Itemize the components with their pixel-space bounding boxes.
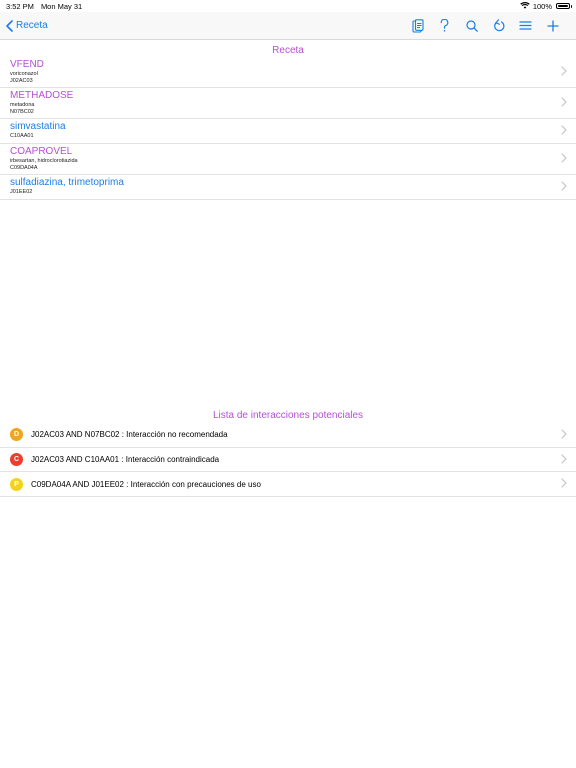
drug-row[interactable]: VFEND voriconazol J02AC03 [0,57,576,88]
interaction-text: C09DA04A AND J01EE02 : Interacción con p… [31,479,261,489]
drug-name: METHADOSE [10,90,74,101]
severity-badge: C [10,453,23,467]
wifi-icon [520,1,530,11]
drug-atc-code: C10AA01 [10,133,34,139]
drug-atc-code: N07BC02 [10,109,34,115]
back-button[interactable]: Receta [0,19,48,32]
drug-name: simvastatina [10,121,66,132]
drug-row[interactable]: sulfadiazina, trimetoprima J01EE02 [0,175,576,200]
search-icon[interactable] [458,14,485,38]
receta-list: VFEND voriconazol J02AC03 METHADOSE metadona… [0,57,576,200]
chevron-right-icon [561,475,567,493]
drug-row[interactable]: simvastatina C10AA01 [0,119,576,144]
help-icon[interactable] [431,14,458,38]
drug-ingredient: metadona [10,102,35,108]
chevron-right-icon [561,150,567,168]
status-time: 3:52 PM [6,1,34,11]
battery-percent: 100% [532,1,552,11]
drug-row[interactable]: METHADOSE metadona N07BC02 [0,88,576,119]
menu-icon[interactable] [512,14,539,38]
chevron-right-icon [561,451,567,469]
severity-badge: D [10,428,23,442]
chevron-right-icon [561,426,567,444]
navigation-bar: Receta [0,12,576,40]
drug-row[interactable]: COAPROVEL irbesartan, hidroclorotiazida C0… [0,144,576,175]
battery-icon [556,2,572,10]
chevron-right-icon [561,178,567,196]
chevron-right-icon [561,94,567,112]
severity-badge: P [10,477,23,491]
drug-name: sulfadiazina, trimetoprima [10,177,124,188]
receta-title: Receta [272,45,304,56]
status-bar: 3:52 PM Mon May 31 100% [0,0,576,12]
clipboard-icon[interactable] [404,14,431,38]
interaction-row[interactable]: D J02AC03 AND N07BC02 : Interacción no re… [0,423,576,448]
drug-ingredient: voriconazol [10,71,38,77]
undo-icon[interactable] [485,14,512,38]
interaction-row[interactable]: C J02AC03 AND C10AA01 : Interacción contr… [0,448,576,473]
interaction-row[interactable]: P C09DA04A AND J01EE02 : Interacción con … [0,472,576,498]
drug-name: COAPROVEL [10,146,73,157]
drug-atc-code: C09DA04A [10,165,38,171]
drug-atc-code: J02AC03 [10,78,33,84]
interaction-text: J02AC03 AND C10AA01 : Interacción contra… [31,455,220,465]
drug-name: VFEND [10,59,44,70]
back-label: Receta [16,20,48,31]
drug-atc-code: J01EE02 [10,189,33,195]
add-icon[interactable] [539,14,566,38]
chevron-right-icon [561,63,567,81]
interaction-text: J02AC03 AND N07BC02 : Interacción no rec… [31,430,228,440]
chevron-right-icon [561,122,567,140]
interactions-title: Lista de interacciones potenciales [212,410,364,421]
chevron-left-icon [6,19,13,32]
drug-ingredient: irbesartan, hidroclorotiazida [10,158,78,164]
status-date: Mon May 31 [40,1,83,11]
interactions-list: D J02AC03 AND N07BC02 : Interacción no re… [0,423,576,498]
